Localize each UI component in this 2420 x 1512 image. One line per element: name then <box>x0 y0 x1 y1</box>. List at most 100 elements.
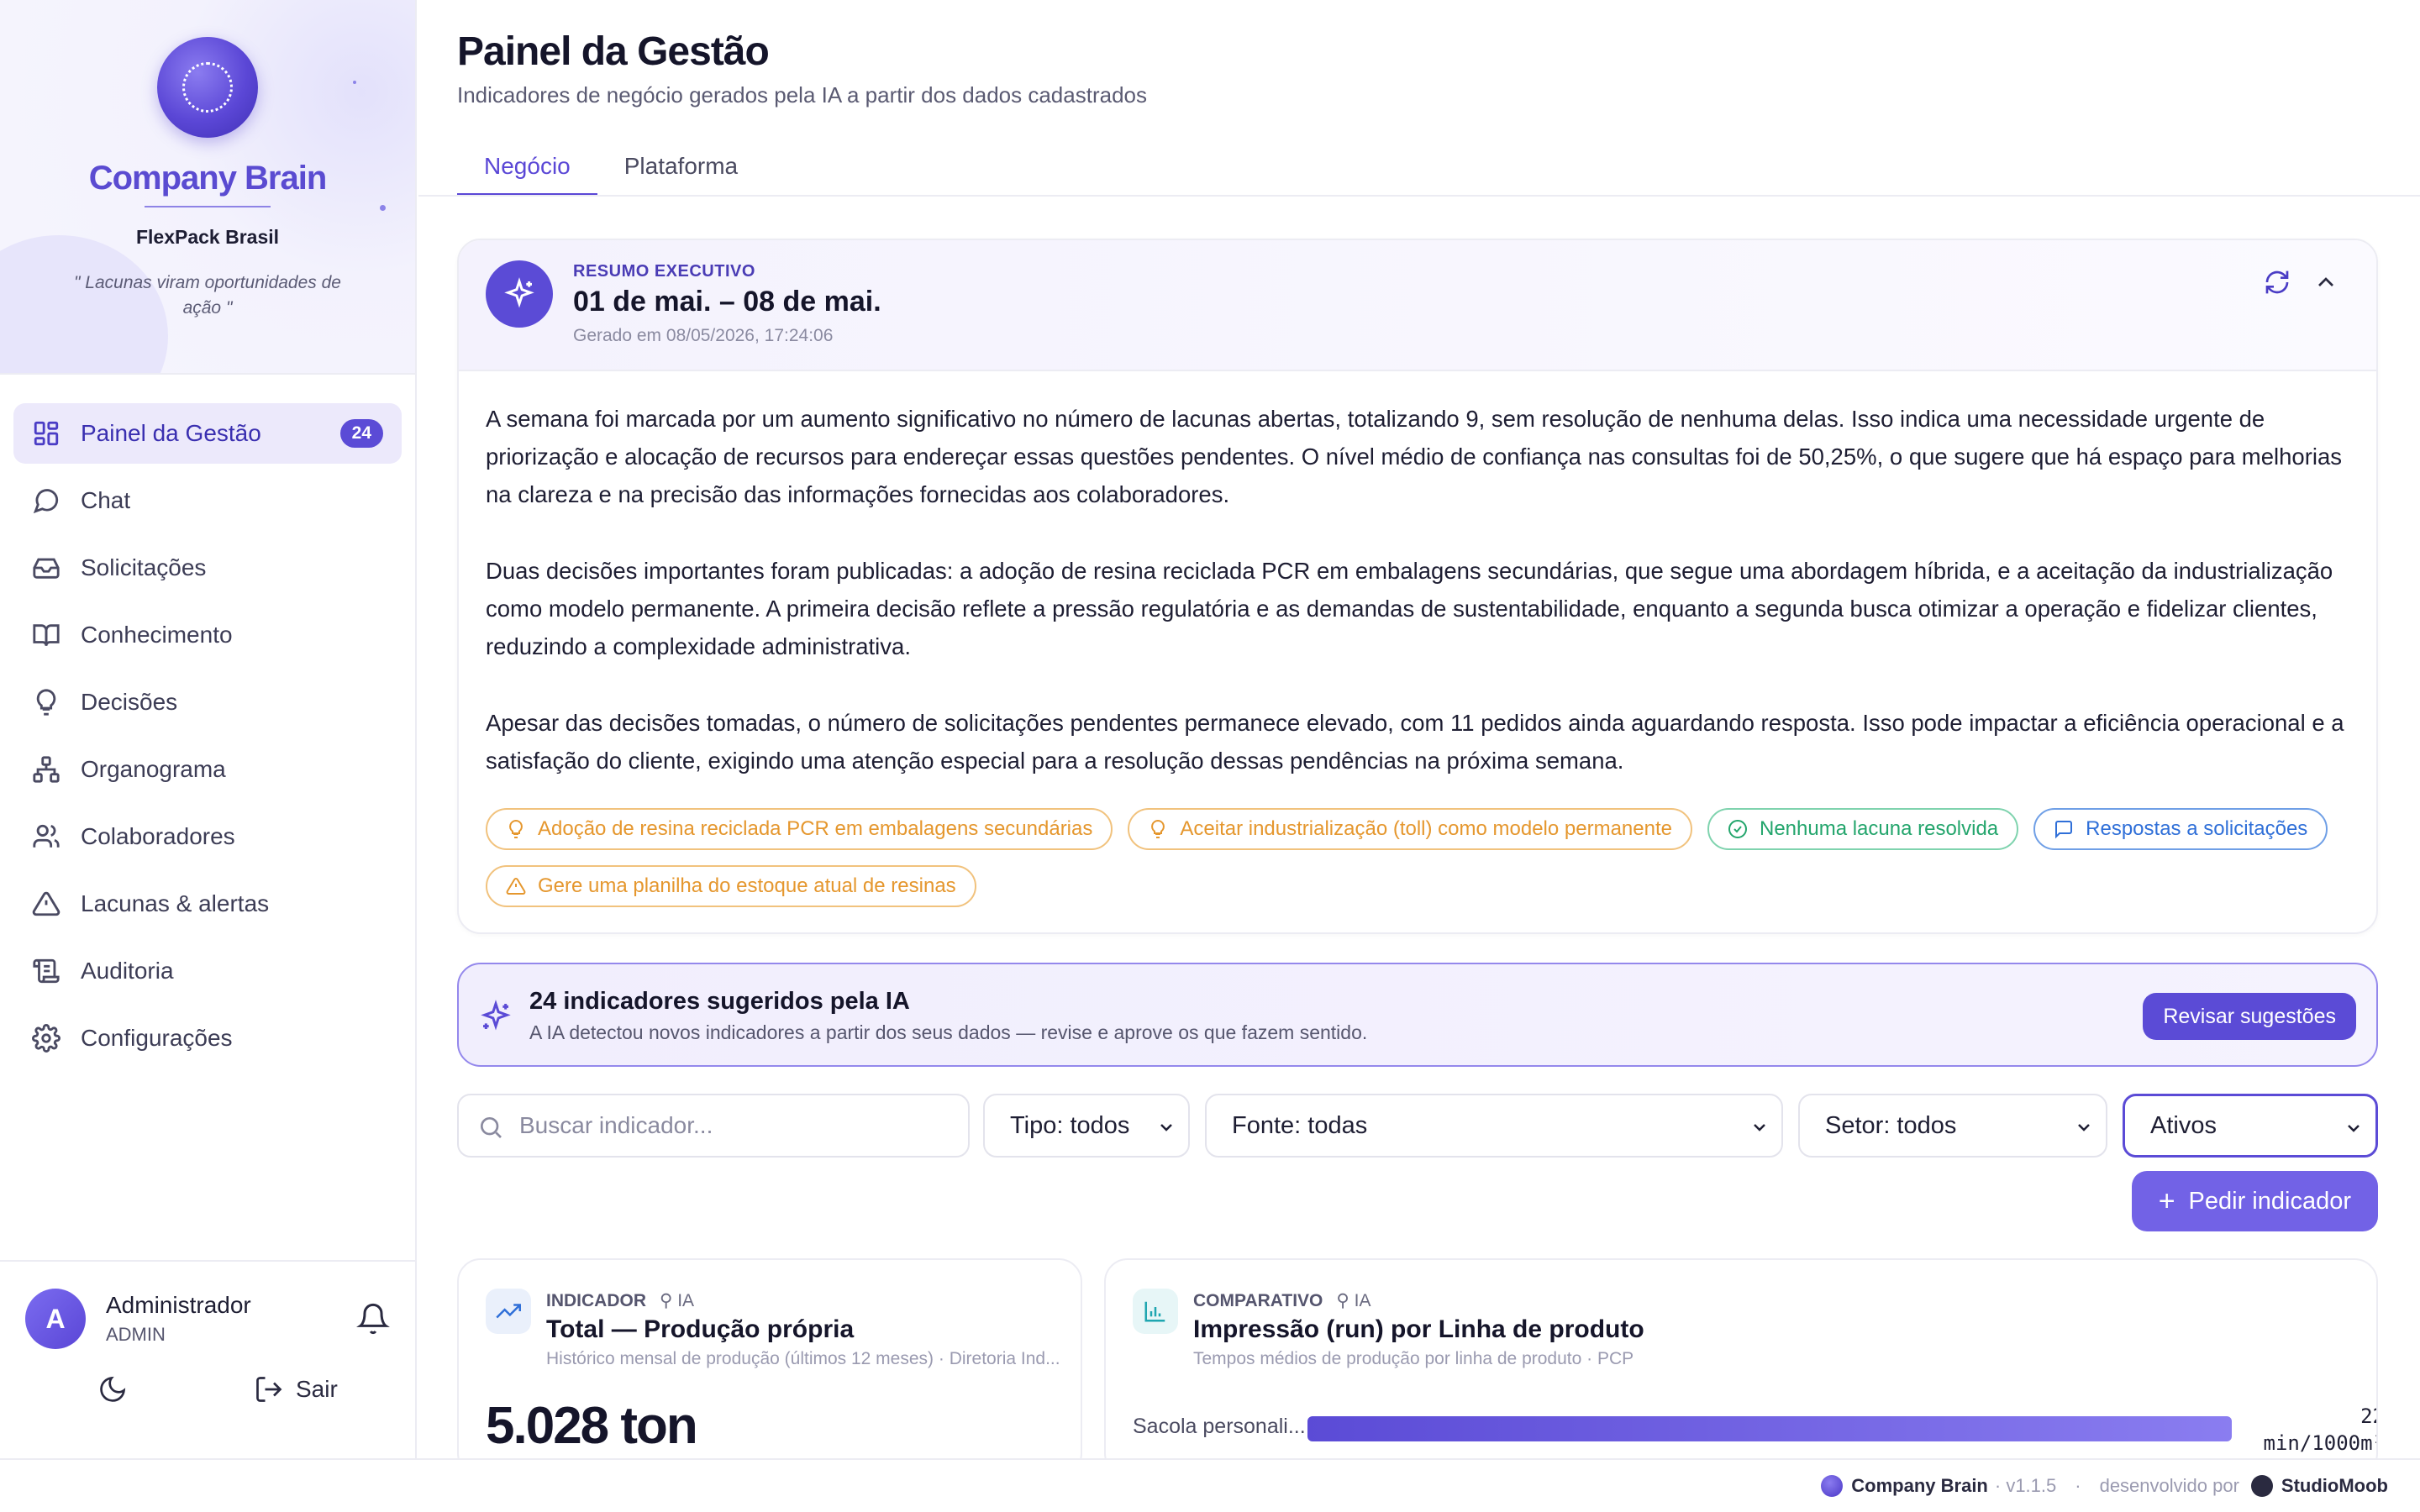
refresh-icon[interactable] <box>2264 269 2291 296</box>
setor-select[interactable]: Setor: todos <box>1798 1094 2107 1158</box>
footer-studio[interactable]: StudioMoob <box>2281 1475 2388 1497</box>
nav-label: Organograma <box>81 756 226 782</box>
filter-bar: Buscar indicador... Tipo: todos Fonte: t… <box>457 1094 2378 1158</box>
nav-label: Decisões <box>81 689 178 715</box>
nav-item-chat[interactable]: Chat <box>13 470 402 531</box>
search-placeholder: Buscar indicador... <box>519 1112 713 1138</box>
tab-bar: Negócio Plataforma <box>457 143 765 197</box>
bell-icon[interactable] <box>356 1302 390 1336</box>
footer-brand: Company Brain <box>1851 1475 1988 1496</box>
chat-icon <box>33 489 59 514</box>
card-value: 5.028 ton <box>486 1397 698 1455</box>
plus-icon: + <box>2158 1184 2175 1217</box>
inbox-icon <box>33 558 60 579</box>
summary-text: A semana foi marcada por um aumento sign… <box>459 371 2376 780</box>
search-input[interactable]: Buscar indicador... <box>457 1094 970 1158</box>
scroll-icon <box>33 958 60 984</box>
review-suggestions-button[interactable]: Revisar sugestões <box>2143 993 2356 1040</box>
nav-label: Auditoria <box>81 958 174 984</box>
nav-item-colaboradores[interactable]: Colaboradores <box>13 806 402 867</box>
sparkles-icon <box>481 1000 511 1031</box>
ai-tag: ⚲ IA <box>660 1291 695 1310</box>
gear-icon <box>32 1024 60 1053</box>
chevron-down-icon <box>2348 1125 2360 1132</box>
nav-item-conhecimento[interactable]: Conhecimento <box>13 605 402 665</box>
chip-request-replies[interactable]: Respostas a solicitações <box>2033 808 2328 850</box>
summary-chips: Adoção de resina reciclada PCR em embala… <box>486 808 2360 907</box>
brain-logo-icon <box>157 37 258 138</box>
main-nav: Painel da Gestão 24 Chat Solicitações Co… <box>0 375 415 1068</box>
indicator-card[interactable]: INDICADOR ⚲ IA Total — Produção própria … <box>457 1258 1082 1477</box>
tab-negocio[interactable]: Negócio <box>457 143 597 197</box>
chevron-down-icon <box>1754 1124 1765 1131</box>
fonte-select[interactable]: Fonte: todas <box>1205 1094 1783 1158</box>
nav-label: Conhecimento <box>81 622 233 648</box>
summary-paragraph: A semana foi marcada por um aumento sign… <box>486 406 2343 507</box>
select-value: Tipo: todos <box>1010 1111 1130 1139</box>
comparative-card[interactable]: COMPARATIVO ⚲ IA Impressão (run) por Lin… <box>1104 1258 2378 1477</box>
brand-name: Company Brain <box>88 160 328 197</box>
page-title: Painel da Gestão <box>457 29 770 74</box>
alert-triangle-icon <box>506 877 526 895</box>
nav-item-lacunas[interactable]: Lacunas & alertas <box>13 874 402 934</box>
company-motto: " Lacunas viram oportunidades de ação " <box>74 273 341 318</box>
tab-plataforma[interactable]: Plataforma <box>597 143 765 197</box>
lightbulb-icon <box>1151 819 1165 838</box>
button-label: Pedir indicador <box>2188 1187 2351 1215</box>
users-icon <box>33 824 60 848</box>
status-select[interactable]: Ativos <box>2123 1094 2378 1158</box>
tipo-select[interactable]: Tipo: todos <box>983 1094 1190 1158</box>
nav-count-badge: 24 <box>339 419 383 448</box>
card-title: Total — Produção própria <box>546 1315 855 1343</box>
nav-item-decisoes[interactable]: Decisões <box>13 672 402 732</box>
nav-item-organograma[interactable]: Organograma <box>13 739 402 800</box>
request-indicator-button[interactable]: + Pedir indicador <box>2131 1171 2378 1231</box>
chip-no-gaps-resolved[interactable]: Nenhuma lacuna resolvida <box>1707 808 2019 850</box>
nav-item-solicitacoes[interactable]: Solicitações <box>13 538 402 598</box>
logout-icon <box>256 1377 282 1402</box>
suggestions-title: 24 indicadores sugeridos pela IA <box>529 988 910 1015</box>
summary-date-range: 01 de mai. – 08 de mai. <box>573 286 881 318</box>
chip-decision-toll[interactable]: Aceitar industrialização (toll) como mod… <box>1128 808 1692 850</box>
footer-version: · v1.1.5 <box>1994 1475 2057 1496</box>
company-name: FlexPack Brasil <box>135 226 280 248</box>
avatar[interactable]: A <box>25 1289 86 1349</box>
studiomoob-logo-icon <box>2250 1475 2273 1497</box>
nav-item-auditoria[interactable]: Auditoria <box>13 941 402 1001</box>
card-subtitle: Histórico mensal de produção (últimos 12… <box>546 1349 1060 1368</box>
search-icon <box>481 1117 502 1138</box>
ai-tag: ⚲ IA <box>1336 1291 1371 1310</box>
book-icon <box>33 624 60 647</box>
summary-label: RESUMO EXECUTIVO <box>573 262 755 281</box>
logout-label: Sair <box>296 1376 338 1402</box>
chevron-down-icon <box>1160 1124 1172 1131</box>
brain-logo-icon <box>1821 1475 1844 1497</box>
nav-item-painel[interactable]: Painel da Gestão 24 <box>13 403 402 464</box>
chip-label: Nenhuma lacuna resolvida <box>1759 817 1999 840</box>
nav-label: Painel da Gestão <box>81 420 261 446</box>
nav-label: Colaboradores <box>81 823 235 849</box>
nav-item-configuracoes[interactable]: Configurações <box>13 1008 402 1068</box>
alert-triangle-icon <box>32 891 60 916</box>
trending-up-icon <box>486 1289 531 1334</box>
summary-paragraph: Apesar das decisões tomadas, o número de… <box>486 710 2344 774</box>
app-footer: Company Brain · v1.1.5 · desenvolvido po… <box>0 1458 2420 1512</box>
nav-label: Solicitações <box>81 554 207 580</box>
logout-button[interactable]: Sair <box>254 1374 338 1404</box>
sparkles-icon <box>486 260 553 328</box>
dashboard-icon <box>34 421 59 446</box>
chip-decision-pcr[interactable]: Adoção de resina reciclada PCR em embala… <box>486 808 1113 850</box>
ai-suggestions-banner: 24 indicadores sugeridos pela IA A IA de… <box>457 963 2378 1067</box>
summary-paragraph: Duas decisões importantes foram publicad… <box>486 558 2333 659</box>
card-title: Impressão (run) por Linha de produto <box>1193 1315 1644 1343</box>
chip-label: Respostas a solicitações <box>2086 817 2308 840</box>
chip-resin-spreadsheet[interactable]: Gere uma planilha do estoque atual de re… <box>486 865 976 907</box>
executive-summary-card: RESUMO EXECUTIVO 01 de mai. – 08 de mai.… <box>457 239 2378 934</box>
select-value: Setor: todos <box>1825 1111 1957 1139</box>
chip-label: Gere uma planilha do estoque atual de re… <box>538 874 956 897</box>
moon-icon[interactable] <box>97 1374 128 1404</box>
chip-label: Aceitar industrialização (toll) como mod… <box>1180 817 1672 840</box>
lightbulb-icon <box>509 819 523 838</box>
bar <box>1307 1416 2232 1441</box>
chevron-up-icon[interactable] <box>2312 269 2339 296</box>
